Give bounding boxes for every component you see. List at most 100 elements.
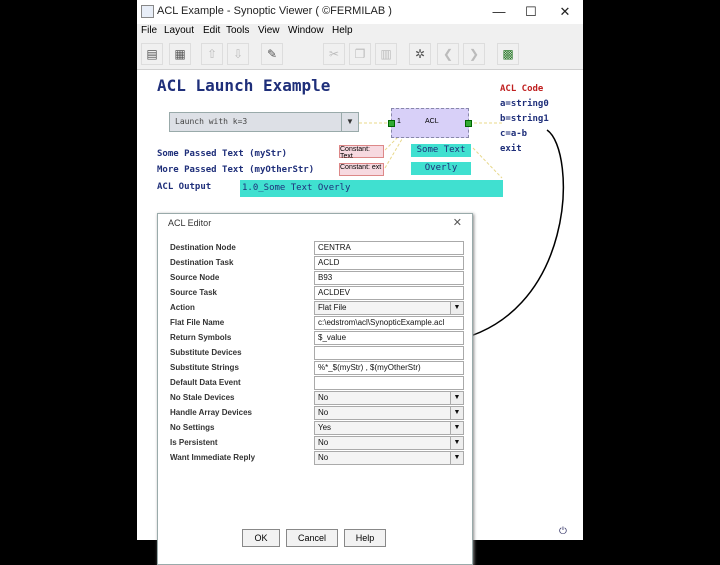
dialog-row-action: Action Flat File ▼ [168,301,464,315]
ok-button[interactable]: OK [242,529,280,547]
launch-combo-value: Launch with k=3 [175,117,248,126]
field-label: Substitute Strings [170,363,239,372]
chevron-down-icon: ▼ [450,422,463,434]
dialog-row-return-symbols: Return Symbols $_value [168,331,464,345]
download-icon[interactable]: ⇩ [227,43,249,65]
field-label: Flat File Name [170,318,225,327]
field-label: Destination Node [170,243,236,252]
copy-icon[interactable]: ❐ [349,43,371,65]
dialog-row-source-task: Source Task ACLDEV [168,286,464,300]
overly-box[interactable]: Overly [411,162,471,175]
source-task-field[interactable]: ACLDEV [314,286,464,300]
chevron-down-icon: ▼ [450,407,463,419]
acl-code-block: ACL Code a=string0 b=string1 c=a-b exit [500,82,549,157]
dialog-title: ACL Editor [168,218,212,228]
acl-node-label: ACL [425,118,439,125]
field-label: Handle Array Devices [170,408,252,417]
acl-code-line: c=a-b [500,129,528,139]
field-label: Destination Task [170,258,234,267]
no-settings-select[interactable]: Yes ▼ [314,421,464,435]
select-value: Yes [318,423,332,432]
upload-icon[interactable]: ⇧ [201,43,223,65]
app-window: ACL Example - Synoptic Viewer ( ©FERMILA… [137,0,583,565]
flat-file-name-field[interactable]: c:\edstrom\acl\SynopticExample.acl [314,316,464,330]
return-symbols-field[interactable]: $_value [314,331,464,345]
dialog-row-is-persistent: Is Persistent No ▼ [168,436,464,450]
forward-icon[interactable]: ❯ [463,43,485,65]
substitute-strings-field[interactable]: %*_$(myStr) , $(myOtherStr) [314,361,464,375]
acl-code-line: exit [500,144,522,154]
synoptic-canvas: ACL Launch Example Launch with k=3 ▼ 1 A… [137,70,583,565]
paste-icon[interactable]: ▥ [375,43,397,65]
select-value: No [318,408,329,417]
open-icon[interactable]: ▤ [141,43,163,65]
dialog-row-default-data-event: Default Data Event [168,376,464,390]
is-persistent-select[interactable]: No ▼ [314,436,464,450]
menu-file[interactable]: File [141,25,157,36]
field-label: No Settings [170,423,215,432]
launch-combo[interactable]: Launch with k=3 ▼ [169,112,359,132]
cut-icon[interactable]: ✂ [323,43,345,65]
help-button[interactable]: Help [344,529,386,547]
menu-edit[interactable]: Edit [203,25,220,36]
menu-help[interactable]: Help [332,25,353,36]
toolbar: ▤ ▦ ⇧ ⇩ ✎ ✂ ❐ ▥ ✲ ❮ ❯ ▩ [137,39,583,70]
dialog-row-no-stale-devices: No Stale Devices No ▼ [168,391,464,405]
acl-output-value: 1.0_Some Text Overly [240,180,503,197]
acl-node[interactable]: 1 ACL [391,108,469,138]
chevron-down-icon: ▼ [450,392,463,404]
acl-code-title: ACL Code [500,84,544,94]
acl-editor-dialog: ACL Editor ✕ Destination Node CENTRA Des… [157,213,473,565]
window-title: ACL Example - Synoptic Viewer ( ©FERMILA… [157,5,392,17]
source-node-field[interactable]: B93 [314,271,464,285]
handle-array-devices-select[interactable]: No ▼ [314,406,464,420]
app-icon [141,5,154,18]
close-button[interactable]: ✕ [553,3,577,21]
acl-node-input: 1 [397,118,401,125]
dialog-row-destination-task: Destination Task ACLD [168,256,464,270]
field-label: Source Task [170,288,217,297]
field-label: Source Node [170,273,220,282]
field-label: Action [170,303,195,312]
title-bar: ACL Example - Synoptic Viewer ( ©FERMILA… [137,0,583,24]
edit-icon[interactable]: ✎ [261,43,283,65]
dialog-row-source-node: Source Node B93 [168,271,464,285]
constant-text-2[interactable]: Constant: ext [339,163,384,176]
no-stale-devices-select[interactable]: No ▼ [314,391,464,405]
destination-node-field[interactable]: CENTRA [314,241,464,255]
substitute-devices-field[interactable] [314,346,464,360]
plug-icon: ⏻ [559,526,567,537]
cancel-button[interactable]: Cancel [286,529,338,547]
chevron-down-icon: ▼ [450,302,463,314]
dialog-row-want-immediate-reply: Want Immediate Reply No ▼ [168,451,464,465]
menu-view[interactable]: View [258,25,280,36]
default-data-event-field[interactable] [314,376,464,390]
menu-window[interactable]: Window [288,25,324,36]
select-value: No [318,453,329,462]
chevron-down-icon: ▼ [450,437,463,449]
field-label: Substitute Devices [170,348,242,357]
minimize-button[interactable]: — [487,3,511,21]
network-icon[interactable]: ✲ [409,43,431,65]
dialog-close-icon[interactable]: ✕ [453,216,462,229]
action-select-value: Flat File [318,303,347,312]
layout-icon[interactable]: ▦ [169,43,191,65]
want-immediate-reply-select[interactable]: No ▼ [314,451,464,465]
field-label: Default Data Event [170,378,241,387]
maximize-button[interactable]: ☐ [519,3,543,21]
menu-layout[interactable]: Layout [164,25,194,36]
dialog-row-substitute-devices: Substitute Devices [168,346,464,360]
acl-node-port-out[interactable] [465,120,472,127]
dialog-row-no-settings: No Settings Yes ▼ [168,421,464,435]
some-text-box[interactable]: Some Text [411,144,471,157]
back-icon[interactable]: ❮ [437,43,459,65]
action-select[interactable]: Flat File ▼ [314,301,464,315]
more-passed-label: More Passed Text (myOtherStr) [157,165,315,175]
constant-text-1[interactable]: Constant: Text [339,145,384,160]
acl-node-port-in[interactable] [388,120,395,127]
grid-icon[interactable]: ▩ [497,43,519,65]
field-label: Return Symbols [170,333,232,342]
menu-tools[interactable]: Tools [226,25,249,36]
select-value: No [318,438,329,447]
destination-task-field[interactable]: ACLD [314,256,464,270]
